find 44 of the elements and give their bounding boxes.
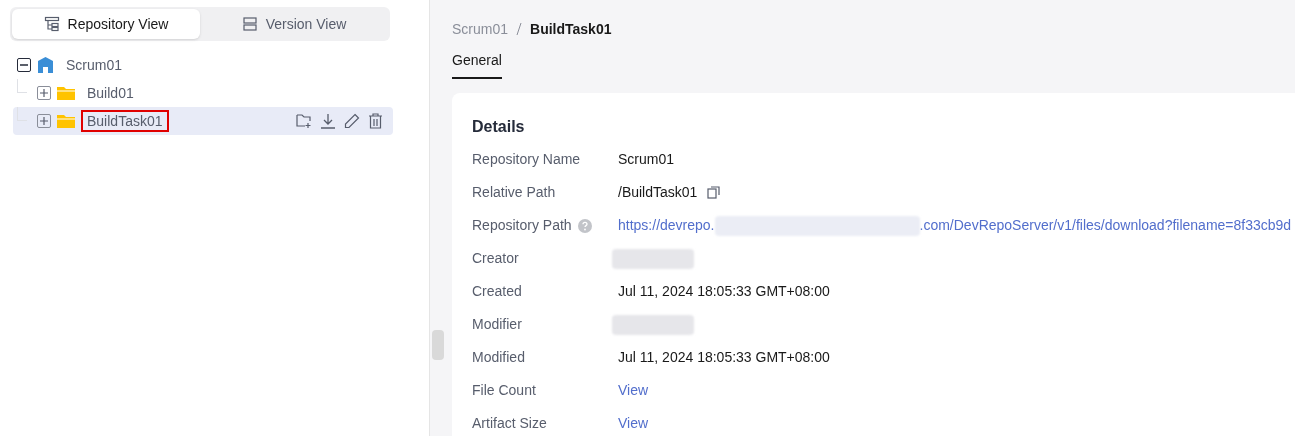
node-label: Build01 xyxy=(86,84,135,102)
delete-icon[interactable] xyxy=(368,113,383,129)
node-label: Scrum01 xyxy=(65,56,124,74)
tree-row[interactable]: Build01 xyxy=(13,79,393,107)
field-value: Jul 11, 2024 18:05:33 GMT+08:00 xyxy=(618,348,830,367)
expand-icon[interactable] xyxy=(37,114,51,128)
view-tab[interactable]: Repository View xyxy=(12,9,200,39)
field-label: Artifact Size xyxy=(472,414,547,433)
field-value: Scrum01 xyxy=(618,150,675,169)
url-end[interactable]: .com/DevRepoServer/v1/files/download?filename=8f33cb9d xyxy=(919,215,1292,236)
tree-row[interactable]: Scrum01 xyxy=(17,51,393,79)
new-folder-icon[interactable] xyxy=(296,114,312,128)
field-label: Modifier xyxy=(472,315,522,334)
breadcrumb-link[interactable]: Scrum01 xyxy=(452,18,509,40)
field-value: /BuildTask01 xyxy=(618,183,698,202)
copy-icon[interactable] xyxy=(707,186,721,199)
edit-icon[interactable] xyxy=(344,113,360,129)
tree-connector xyxy=(17,79,27,93)
tab[interactable]: General xyxy=(452,50,502,79)
field-label: Modified xyxy=(472,348,525,367)
field-label: Creator xyxy=(472,249,519,268)
tree-row[interactable]: BuildTask01 xyxy=(13,107,393,135)
field-value: Jul 11, 2024 18:05:33 GMT+08:00 xyxy=(618,282,830,301)
tree-connector xyxy=(17,107,27,121)
expand-icon[interactable] xyxy=(37,86,51,100)
view-link[interactable]: View xyxy=(618,380,649,401)
breadcrumb-current: BuildTask01 xyxy=(530,19,612,39)
field-label: Relative Path xyxy=(472,183,556,202)
view-link[interactable]: View xyxy=(618,413,649,434)
collapse-icon[interactable] xyxy=(17,58,31,72)
folder-icon xyxy=(57,86,75,100)
field-label: Repository Name xyxy=(472,150,581,169)
section-title: Details xyxy=(472,117,526,137)
url-start[interactable]: https://devrepo. xyxy=(618,215,715,236)
breadcrumb-separator-icon xyxy=(516,23,523,35)
view-tab[interactable]: Version View xyxy=(200,9,388,39)
folder-icon xyxy=(57,114,75,128)
layers-icon xyxy=(241,16,258,32)
field-label: Created xyxy=(472,282,522,301)
node-label: BuildTask01 xyxy=(81,110,169,132)
field-label: Repository Path xyxy=(472,216,572,235)
collapse-handle[interactable] xyxy=(432,330,444,360)
download-icon[interactable] xyxy=(320,113,336,129)
field-label: File Count xyxy=(472,381,536,400)
